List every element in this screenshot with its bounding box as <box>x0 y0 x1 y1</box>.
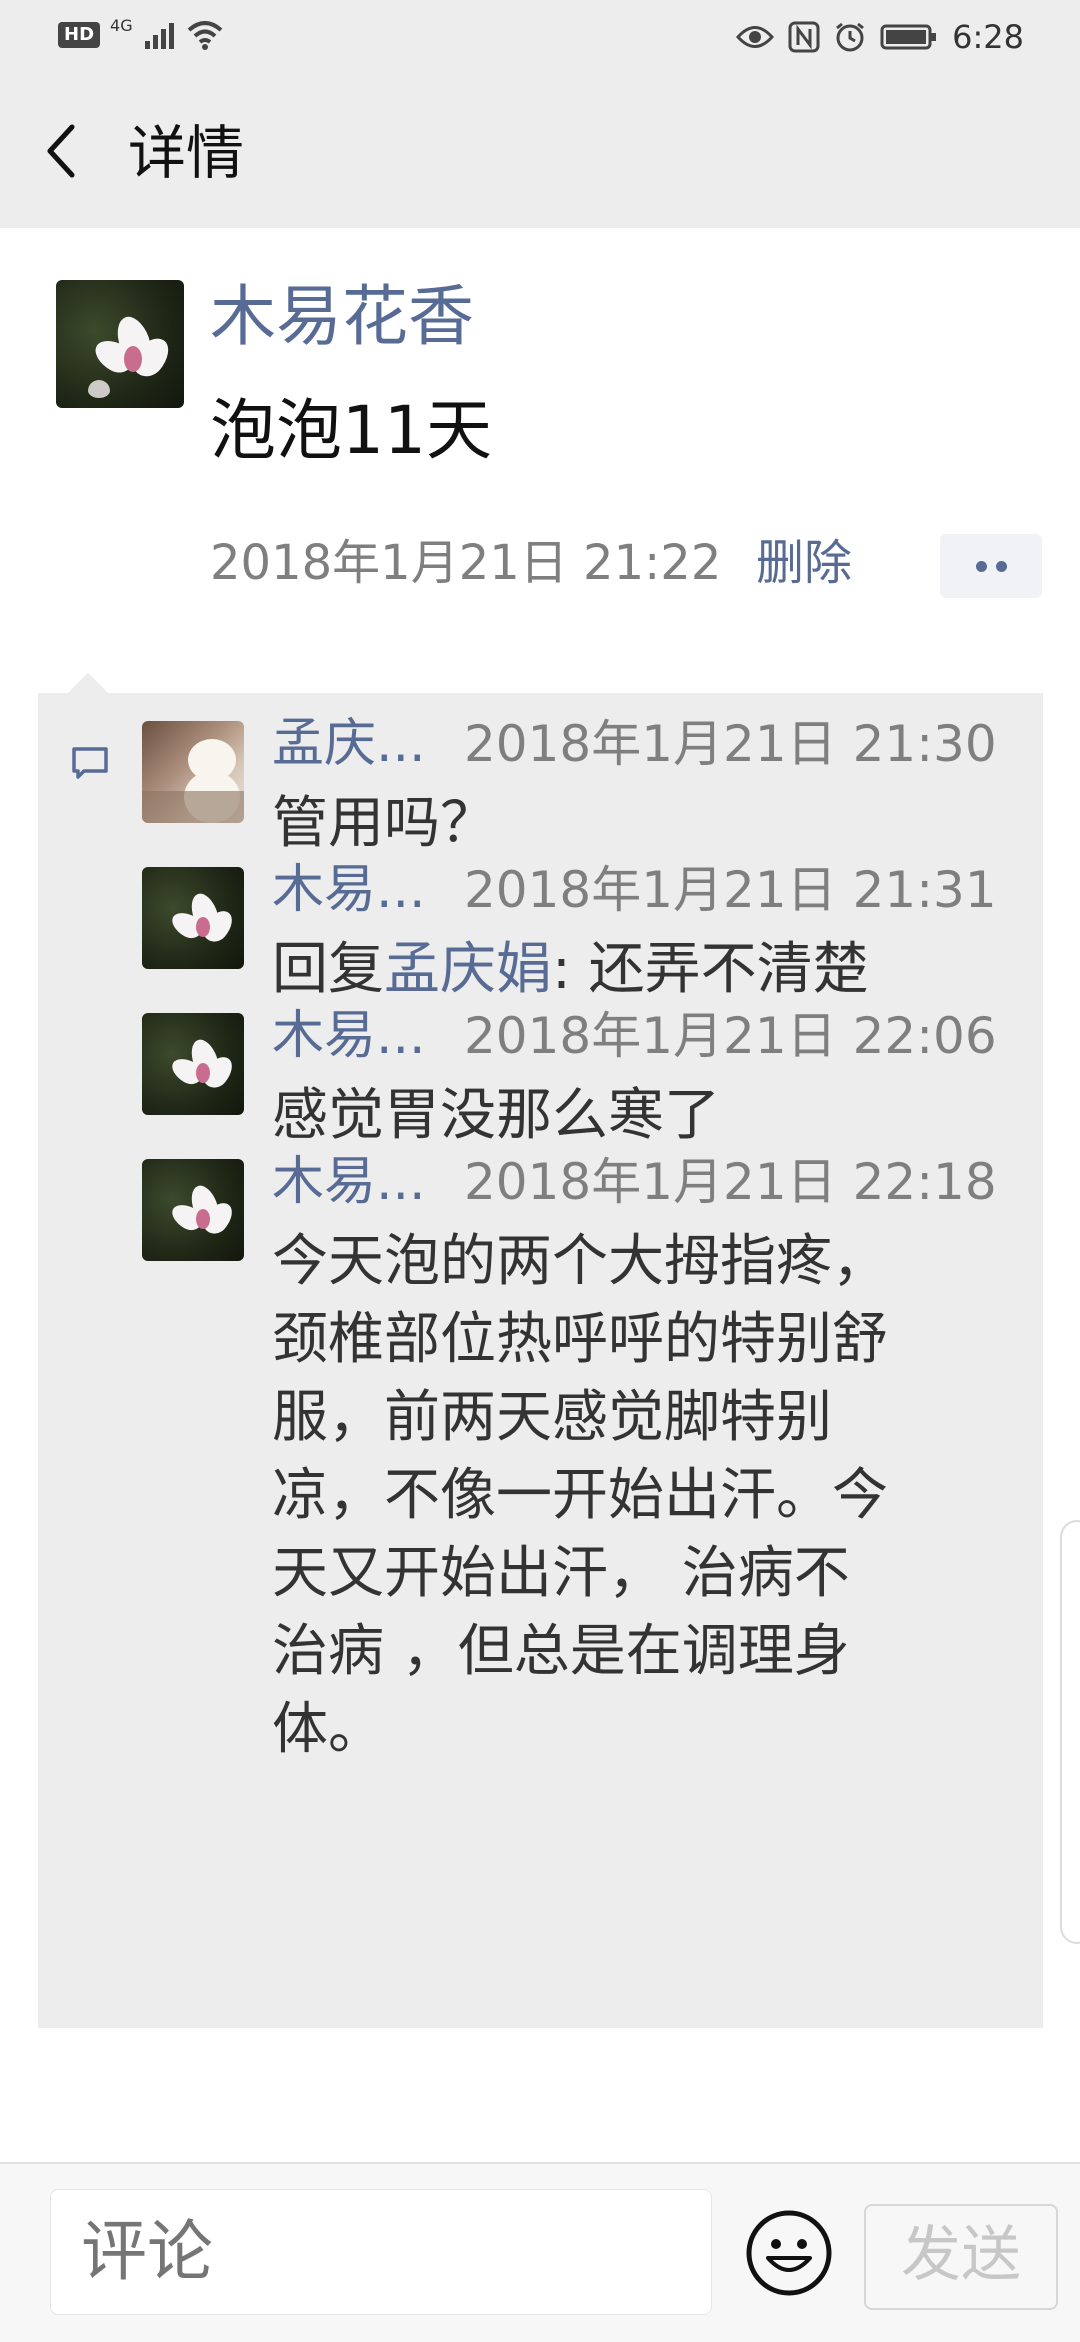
commenter-avatar[interactable] <box>142 867 244 969</box>
title-bar: 详情 <box>0 75 1080 228</box>
nfc-icon <box>788 21 820 53</box>
battery-icon <box>880 24 937 50</box>
comment-author[interactable]: 木易... <box>272 1003 426 1069</box>
network-type: 4G <box>110 15 133 35</box>
comment-input-bar: 发送 <box>0 2162 1080 2342</box>
page-title: 详情 <box>128 119 245 187</box>
reply-body: : 还弄不清楚 <box>552 937 869 1002</box>
send-button[interactable]: 发送 <box>864 2204 1058 2310</box>
comment-icon <box>72 747 108 779</box>
chevron-left-icon[interactable] <box>38 113 88 189</box>
comment-author[interactable]: 木易... <box>272 857 426 923</box>
hd-badge: HD <box>58 22 101 48</box>
comment-text: 今天泡的两个大拇指疼， 颈椎部位热呼呼的特别舒 服，前两天感觉脚特别 凉，不像一… <box>272 1223 1024 1769</box>
status-bar: HD 4G 6:28 <box>0 0 1080 75</box>
comment-time: 2018年1月21日 21:31 <box>464 861 997 919</box>
reply-prefix: 回复 <box>272 937 384 1002</box>
comment-time: 2018年1月21日 22:06 <box>464 1007 997 1065</box>
reply-target-link[interactable]: 孟庆娟 <box>384 937 552 1002</box>
comment-line: 天又开始出汗， 治病不 <box>272 1541 850 1606</box>
status-right: 6:28 <box>736 18 1024 56</box>
commenter-avatar[interactable] <box>142 1013 244 1115</box>
author-avatar[interactable] <box>56 280 184 408</box>
comment-text: 回复孟庆娟: 还弄不清楚 <box>272 931 1024 1009</box>
eye-icon <box>736 26 775 48</box>
clock: 6:28 <box>952 18 1024 56</box>
comment-text: 感觉胃没那么寒了 <box>272 1083 720 1148</box>
comment-line: 服，前两天感觉脚特别 <box>272 1385 832 1450</box>
post-author[interactable]: 木易花香 <box>210 272 474 362</box>
more-actions-button[interactable] <box>940 534 1042 598</box>
comment-text: 管用吗？ <box>272 791 496 856</box>
wifi-icon <box>187 21 222 50</box>
commenter-avatar[interactable] <box>142 1159 244 1261</box>
signal-icon <box>144 23 174 49</box>
comment-line: 颈椎部位热呼呼的特别舒 <box>272 1307 888 1372</box>
side-scroll-handle[interactable] <box>1060 1520 1080 1944</box>
post-text: 泡泡11天 <box>210 392 492 469</box>
smiley-icon[interactable] <box>744 2208 834 2298</box>
comment-author[interactable]: 木易... <box>272 1149 426 1215</box>
status-left: HD 4G <box>58 16 223 50</box>
comment-author[interactable]: 孟庆... <box>272 711 426 777</box>
comment-input[interactable] <box>50 2189 712 2315</box>
comment-line: 治病 ，但总是在调理身 <box>272 1619 850 1684</box>
comment-line: 体。 <box>272 1697 384 1762</box>
post-timestamp: 2018年1月21日 21:22 <box>210 535 722 591</box>
comments-section: 孟庆... 2018年1月21日 21:30 管用吗？ 木易... 2018年1… <box>38 673 1043 2028</box>
delete-button[interactable]: 删除 <box>756 528 852 598</box>
comment-line: 今天泡的两个大拇指疼， <box>272 1229 888 1294</box>
commenter-avatar[interactable] <box>142 721 244 823</box>
comment-time: 2018年1月21日 22:18 <box>464 1153 997 1211</box>
comment-time: 2018年1月21日 21:30 <box>464 715 997 773</box>
alarm-icon <box>836 22 865 52</box>
more-dots-icon <box>976 561 987 572</box>
more-dots-icon-dot <box>996 561 1007 572</box>
comment-line: 凉，不像一开始出汗。今 <box>272 1463 888 1528</box>
